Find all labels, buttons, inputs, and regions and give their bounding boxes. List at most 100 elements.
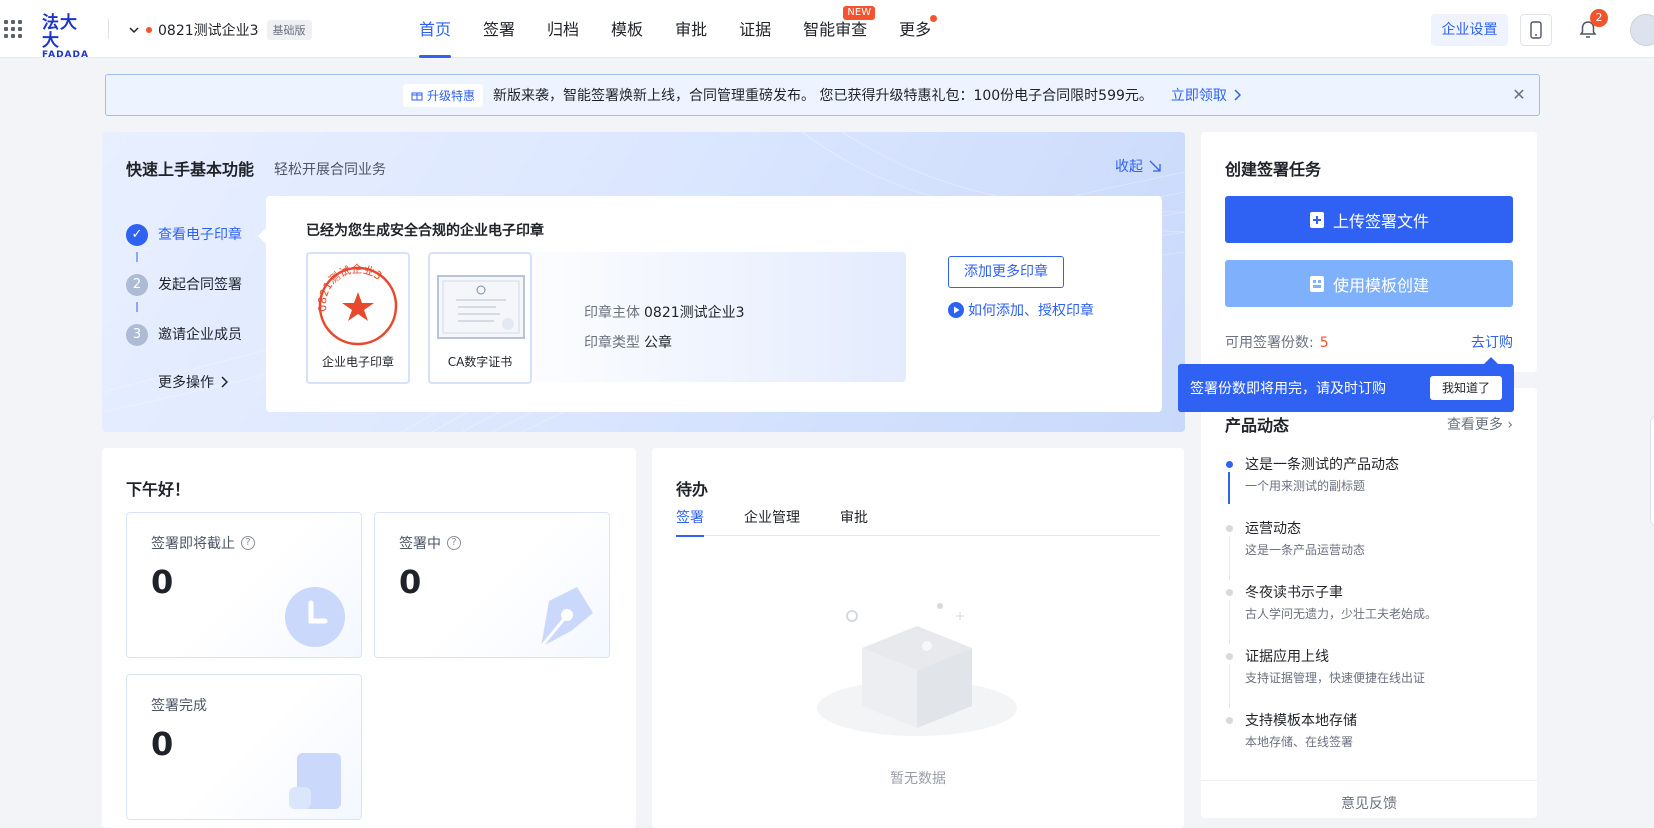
news-item[interactable]: 证据应用上线 支持证据管理，快速便捷在线出证	[1225, 646, 1515, 710]
news-item-title: 冬夜读书示子聿	[1245, 585, 1343, 601]
greeting-panel: 下午好！ 签署即将截止? 0 签署中? 0 签署完成 0	[102, 448, 636, 828]
arrow-collapse-icon	[1149, 160, 1161, 172]
phone-icon	[1530, 21, 1542, 39]
nav-more[interactable]: 更多	[883, 0, 947, 58]
nav-smart-review[interactable]: 智能审查 NEW	[787, 0, 883, 58]
chevron-right-icon	[1234, 89, 1241, 101]
order-link[interactable]: 去订购	[1471, 332, 1513, 352]
promo-tag: 升级特惠	[403, 83, 484, 107]
step-invite-members[interactable]: 3 邀请企业成员	[126, 324, 242, 374]
app-grid-icon[interactable]	[4, 20, 22, 38]
help-icon[interactable]: ?	[241, 536, 255, 550]
nav-archive[interactable]: 归档	[531, 0, 595, 58]
news-item[interactable]: 这是一条测试的产品动态 一个用来测试的副标题	[1225, 454, 1515, 518]
seal-card: 已经为您生成安全合规的企业电子印章 0821测试企业3 企业电子印章 CA数字证…	[258, 196, 1162, 412]
org-switcher[interactable]: 0821测试企业3 基础版	[128, 20, 312, 40]
stat-label: 签署即将截止?	[151, 533, 255, 553]
document-icon	[289, 753, 341, 809]
notice-dot	[930, 15, 938, 22]
nav-label: 首页	[419, 20, 452, 39]
chevron-right-icon	[221, 376, 228, 388]
step-label: 邀请企业成员	[158, 327, 242, 343]
more-operations-label: 更多操作	[158, 375, 214, 391]
stat-value: 0	[151, 563, 174, 601]
news-item[interactable]: 支持模板本地存储 本地存储、在线签署	[1225, 710, 1515, 774]
tab-enterprise-management[interactable]: 企业管理	[744, 504, 800, 535]
side-drawer-handle[interactable]	[1650, 416, 1654, 526]
upload-label: 上传签署文件	[1332, 211, 1429, 231]
stat-card-completed[interactable]: 签署完成 0	[126, 674, 362, 820]
feedback-link[interactable]: 意见反馈	[1201, 780, 1537, 813]
logo-en: FADADA	[42, 50, 89, 60]
timeline-line	[1229, 600, 1230, 644]
claim-link-label: 立即领取	[1170, 88, 1227, 104]
seal-subject-key: 印章主体	[584, 305, 640, 321]
check-icon: ✓	[126, 224, 148, 246]
pen-nib-icon	[539, 587, 593, 648]
use-template-button[interactable]: 使用模板创建	[1225, 260, 1513, 307]
org-name: 0821测试企业3	[158, 23, 259, 39]
quota: 可用签署份数: 5	[1225, 332, 1329, 352]
close-icon[interactable]: ✕	[1511, 87, 1527, 103]
nav-template[interactable]: 模板	[595, 0, 659, 58]
clock-icon	[285, 587, 345, 647]
news-item-sub: 这是一条产品运营动态	[1245, 543, 1366, 557]
divider	[108, 19, 109, 39]
claim-link[interactable]: 立即领取	[1171, 85, 1241, 105]
top-bar: 法大大 FADADA 0821测试企业3 基础版 首页 签署 归档 模板 审批 …	[0, 0, 1654, 60]
logo[interactable]: 法大大 FADADA	[42, 14, 92, 60]
got-it-button[interactable]: 我知道了	[1429, 376, 1502, 400]
how-to-label: 如何添加、授权印章	[968, 303, 1094, 319]
news-item[interactable]: 运营动态 这是一条产品运营动态	[1225, 518, 1515, 582]
file-add-icon	[1309, 211, 1324, 228]
more-operations-link[interactable]: 更多操作	[158, 372, 228, 392]
tab-sign[interactable]: 签署	[676, 504, 704, 537]
quota-value: 5	[1319, 335, 1329, 351]
template-label: 使用模板创建	[1332, 275, 1429, 295]
status-dot	[146, 27, 152, 33]
stat-card-expiring[interactable]: 签署即将截止? 0	[126, 512, 362, 658]
how-to-add-seal-link[interactable]: 如何添加、授权印章	[948, 300, 1094, 320]
add-more-seals-button[interactable]: 添加更多印章	[948, 256, 1064, 288]
promo-banner: 升级特惠 新版来袭，智能签署焕新上线，合同管理重磅发布。 您已获得升级特惠礼包：…	[105, 74, 1540, 116]
seal-card-title: 已经为您生成安全合规的企业电子印章	[306, 223, 544, 239]
step-start-sign[interactable]: 2 发起合同签署	[126, 274, 242, 324]
empty-box-icon: +	[817, 603, 1017, 736]
tab-approval[interactable]: 审批	[840, 504, 868, 535]
stat-label-text: 签署即将截止	[151, 536, 235, 552]
news-timeline: 这是一条测试的产品动态 一个用来测试的副标题 运营动态 这是一条产品运营动态 冬…	[1225, 454, 1515, 774]
nav-home[interactable]: 首页	[403, 0, 467, 58]
nav-approval[interactable]: 审批	[659, 0, 723, 58]
timeline-dot	[1226, 653, 1233, 660]
timeline-line	[1229, 536, 1230, 580]
stat-label-text: 签署完成	[151, 698, 207, 714]
news-item-title: 运营动态	[1245, 521, 1301, 537]
timeline-line	[1229, 664, 1230, 708]
enterprise-settings-button[interactable]: 企业设置	[1431, 14, 1508, 46]
mobile-button[interactable]	[1520, 14, 1552, 46]
certificate-caption: CA数字证书	[447, 355, 513, 369]
tooltip-text: 签署份数即将用完，请及时订购	[1190, 381, 1386, 397]
stat-card-signing[interactable]: 签署中? 0	[374, 512, 610, 658]
avatar[interactable]	[1630, 14, 1654, 46]
nav-evidence[interactable]: 证据	[723, 0, 787, 58]
svg-text:+: +	[955, 609, 965, 623]
step-list: ✓ 查看电子印章 2 发起合同签署 3 邀请企业成员	[126, 224, 242, 374]
news-item[interactable]: 冬夜读书示子聿 古人学问无遗力，少壮工夫老始成。	[1225, 582, 1515, 646]
greeting-title: 下午好！	[126, 480, 191, 499]
upload-file-button[interactable]: 上传签署文件	[1225, 196, 1513, 243]
enterprise-seal-card[interactable]: 0821测试企业3 企业电子印章	[306, 252, 410, 384]
collapse-button[interactable]: 收起	[1115, 156, 1161, 176]
news-item-sub: 古人学问无遗力，少壮工夫老始成。	[1245, 607, 1438, 621]
seal-type-key: 印章类型	[584, 335, 640, 351]
help-icon[interactable]: ?	[447, 536, 461, 550]
news-title: 产品动态	[1225, 416, 1290, 435]
nav-sign[interactable]: 签署	[467, 0, 531, 58]
product-news-panel: 产品动态 查看更多 › 这是一条测试的产品动态 一个用来测试的副标题 运营动态 …	[1201, 388, 1537, 818]
gift-icon	[411, 92, 423, 101]
view-more-link[interactable]: 查看更多 ›	[1447, 414, 1513, 434]
news-item-sub: 支持证据管理，快速便捷在线出证	[1245, 671, 1426, 685]
ca-certificate-card[interactable]: CA数字证书	[428, 252, 532, 384]
step-view-seal[interactable]: ✓ 查看电子印章	[126, 224, 242, 274]
chevron-down-icon	[129, 27, 139, 34]
